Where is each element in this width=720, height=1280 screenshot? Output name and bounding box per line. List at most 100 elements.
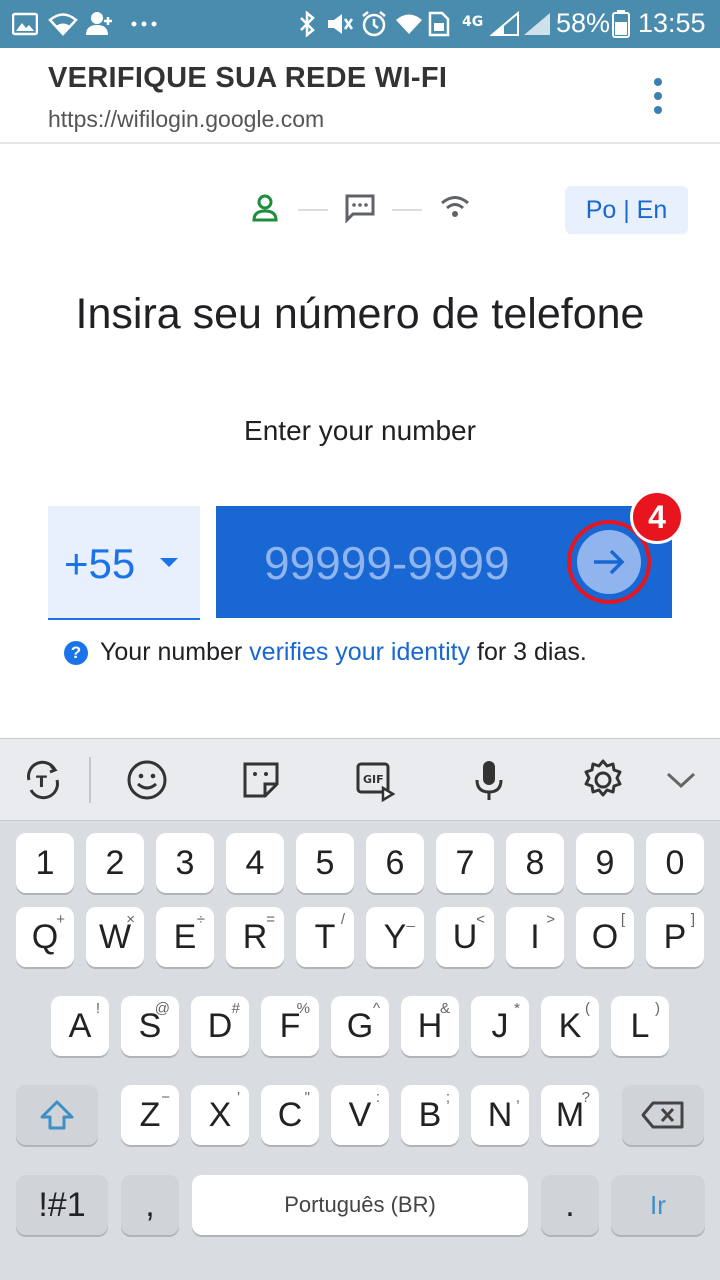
- key-secondary-label: ÷: [196, 911, 205, 928]
- key-a[interactable]: A!: [51, 996, 109, 1056]
- url-text[interactable]: https://wifilogin.google.com: [48, 106, 324, 133]
- step-number-badge: 4: [630, 490, 684, 544]
- space-key[interactable]: Português (BR): [192, 1175, 528, 1235]
- key-r[interactable]: R =: [226, 907, 284, 967]
- battery-icon: [612, 10, 630, 38]
- chevron-down-icon[interactable]: [656, 755, 706, 805]
- key-label: T: [314, 917, 336, 956]
- add-contact-icon: [86, 10, 114, 38]
- clock: 13:55: [638, 8, 706, 38]
- key-q[interactable]: Q +: [16, 907, 74, 967]
- subheading: Enter your number: [244, 415, 476, 446]
- key-secondary-label: [: [620, 911, 625, 928]
- key-4[interactable]: 4: [226, 833, 284, 893]
- key-9[interactable]: 9: [576, 833, 634, 893]
- alarm-icon: [360, 10, 388, 38]
- key-t[interactable]: T /: [296, 907, 354, 967]
- key-y[interactable]: Y _: [366, 907, 424, 967]
- sticker-icon[interactable]: [236, 755, 286, 805]
- wifi-icon: [438, 190, 472, 230]
- key-e[interactable]: E ÷: [156, 907, 214, 967]
- key-3[interactable]: 3: [156, 833, 214, 893]
- key-u[interactable]: U <: [436, 907, 494, 967]
- key-v[interactable]: V:: [331, 1085, 389, 1145]
- key-p[interactable]: P]: [646, 907, 704, 967]
- key-k[interactable]: K(: [541, 996, 599, 1056]
- key-label: 0: [665, 843, 685, 882]
- verify-identity-link[interactable]: verifies your identity: [249, 638, 470, 667]
- key-label: !#1: [38, 1185, 86, 1224]
- key-secondary-label: ): [655, 1000, 660, 1017]
- key-w[interactable]: W ×: [86, 907, 144, 967]
- period-key[interactable]: .: [541, 1175, 599, 1235]
- key-label: X: [208, 1095, 232, 1134]
- country-code-select[interactable]: +55: [48, 506, 200, 620]
- key-secondary-label: (: [585, 1000, 590, 1017]
- symbols-key[interactable]: !#1: [16, 1175, 108, 1235]
- key-j[interactable]: J *: [471, 996, 529, 1056]
- translate-icon[interactable]: T: [18, 755, 68, 805]
- battery-percent: 58%: [556, 8, 611, 38]
- key-label: D: [207, 1006, 233, 1045]
- gallery-icon: [12, 10, 38, 38]
- key-label: R: [242, 917, 268, 956]
- key-secondary-label: ,: [515, 1089, 520, 1106]
- microphone-icon[interactable]: [464, 755, 514, 805]
- key-secondary-label: ×: [126, 911, 135, 928]
- key-i[interactable]: I >: [506, 907, 564, 967]
- key-m[interactable]: M?: [541, 1085, 599, 1145]
- keyboard-toolbar: T GIF: [0, 739, 720, 821]
- key-secondary-label: ^: [372, 1000, 380, 1017]
- key-secondary-label: ": [304, 1089, 310, 1106]
- key-0[interactable]: 0: [646, 833, 704, 893]
- backspace-icon: [641, 1101, 684, 1129]
- key-secondary-label: >: [546, 911, 555, 928]
- key-f[interactable]: F%: [261, 996, 319, 1056]
- key-label: 3: [175, 843, 195, 882]
- key-label: I: [530, 917, 540, 956]
- key-n[interactable]: N,: [471, 1085, 529, 1145]
- key-g[interactable]: G ^: [331, 996, 389, 1056]
- key-x[interactable]: X ': [191, 1085, 249, 1145]
- key-secondary-label: ?: [581, 1089, 590, 1106]
- key-label: ,: [145, 1185, 155, 1224]
- phone-placeholder: 99999-9999: [264, 537, 510, 589]
- key-c[interactable]: C ": [261, 1085, 319, 1145]
- network-type-label: 4G: [462, 14, 484, 30]
- more-options-icon[interactable]: [646, 76, 670, 116]
- status-bar: 4G 58% 13:55: [0, 0, 720, 48]
- key-label: G: [346, 1006, 374, 1045]
- go-key[interactable]: Ir: [611, 1175, 705, 1235]
- key-o[interactable]: O[: [576, 907, 634, 967]
- key-1[interactable]: 1: [16, 833, 74, 893]
- gif-icon[interactable]: GIF: [350, 755, 400, 805]
- key-7[interactable]: 7: [436, 833, 494, 893]
- key-secondary-label: %: [296, 1000, 310, 1017]
- language-toggle[interactable]: Po | En: [565, 186, 688, 234]
- key-h[interactable]: H &: [401, 996, 459, 1056]
- key-secondary-label: ]: [690, 911, 695, 928]
- key-l[interactable]: L): [611, 996, 669, 1056]
- key-s[interactable]: S @: [121, 996, 179, 1056]
- key-2[interactable]: 2: [86, 833, 144, 893]
- key-secondary-label: ': [237, 1089, 240, 1106]
- data-sim-icon: [428, 10, 450, 38]
- backspace-key[interactable]: [622, 1085, 704, 1145]
- key-5[interactable]: 5: [296, 833, 354, 893]
- key-d[interactable]: D #: [191, 996, 249, 1056]
- key-b[interactable]: B;: [401, 1085, 459, 1145]
- key-6[interactable]: 6: [366, 833, 424, 893]
- key-label: 1: [35, 843, 55, 882]
- settings-gear-icon[interactable]: [578, 755, 628, 805]
- comma-key[interactable]: ,: [121, 1175, 179, 1235]
- key-secondary-label: :: [375, 1089, 380, 1106]
- step-divider: [392, 209, 422, 211]
- key-label: 6: [385, 843, 405, 882]
- shift-key[interactable]: [16, 1085, 98, 1145]
- help-icon[interactable]: ?: [64, 640, 88, 665]
- key-8[interactable]: 8: [506, 833, 564, 893]
- key-secondary-label: ;: [445, 1089, 450, 1106]
- signal-icon: [522, 10, 552, 38]
- key-z[interactable]: Z −: [121, 1085, 179, 1145]
- emoji-icon[interactable]: [122, 755, 172, 805]
